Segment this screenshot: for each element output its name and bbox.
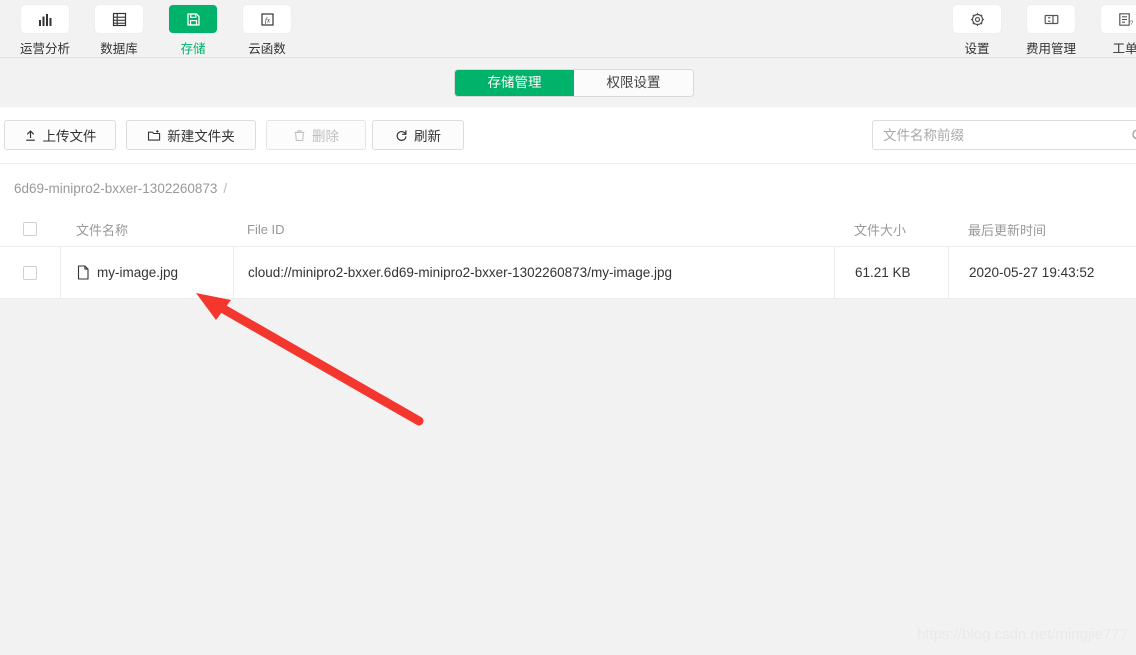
search-icon — [1131, 128, 1136, 139]
new-folder-label: 新建文件夹 — [167, 129, 235, 144]
top-nav-right-group: 设置 费用管理 ? 工单 — [940, 5, 1136, 57]
upload-icon — [25, 129, 35, 141]
nav-label-database: 数据库 — [100, 42, 138, 56]
cell-last-updated: 2020-05-27 19:43:52 — [948, 247, 1136, 298]
tab-group: 存储管理 权限设置 — [455, 70, 693, 96]
header-file-id: File ID — [247, 221, 285, 237]
database-icon — [112, 12, 126, 26]
svg-text:?: ? — [1130, 21, 1134, 27]
nav-item-ticket[interactable]: ? 工单 — [1088, 5, 1136, 57]
nav-label-ticket: 工单 — [1112, 42, 1136, 56]
header-file-name: 文件名称 — [76, 222, 129, 238]
search-input[interactable] — [873, 127, 1123, 143]
tab-permission-settings[interactable]: 权限设置 — [574, 70, 693, 96]
nav-tile-settings — [953, 5, 1001, 33]
nav-item-storage[interactable]: 存储 — [156, 5, 230, 57]
nav-label-storage: 存储 — [180, 42, 206, 56]
nav-item-billing[interactable]: 费用管理 — [1014, 5, 1088, 57]
table-header-row: 文件名称 File ID 文件大小 最后更新时间 — [0, 212, 1136, 246]
trash-icon — [294, 129, 305, 141]
new-folder-icon — [148, 129, 161, 141]
nav-label-billing: 费用管理 — [1025, 42, 1076, 56]
nav-label-operation-analysis: 运营分析 — [19, 42, 70, 56]
nav-tile-cloud-function: fx — [243, 5, 291, 33]
watermark: https://blog.csdn.net/mingjie777 — [917, 626, 1128, 643]
nav-tile-storage — [169, 5, 217, 33]
svg-text:fx: fx — [264, 15, 270, 24]
breadcrumb: 6d69-minipro2-bxxer-1302260873 / — [0, 164, 1136, 212]
cell-file-size: 61.21 KB — [834, 247, 948, 298]
nav-item-operation-analysis[interactable]: 运营分析 — [8, 5, 82, 57]
bar-chart-icon — [38, 13, 51, 26]
select-all-cell — [0, 222, 60, 236]
red-arrow-annotation — [196, 293, 424, 426]
refresh-label: 刷新 — [414, 129, 441, 144]
refresh-icon — [396, 129, 407, 141]
refresh-button[interactable]: 刷新 — [372, 120, 464, 150]
tab-bar: 存储管理 权限设置 — [0, 58, 1136, 107]
nav-item-settings[interactable]: 设置 — [940, 5, 1014, 57]
nav-label-settings: 设置 — [964, 42, 990, 56]
file-name-text: my-image.jpg — [97, 265, 179, 280]
nav-item-database[interactable]: 数据库 — [82, 5, 156, 57]
delete-button[interactable]: 删除 — [266, 120, 366, 150]
top-nav-left-group: 运营分析 数据库 存储 fx 云函数 — [8, 5, 304, 57]
search-box[interactable] — [872, 120, 1136, 150]
nav-label-cloud-function: 云函数 — [248, 42, 286, 56]
gear-icon — [970, 12, 984, 26]
file-table: 文件名称 File ID 文件大小 最后更新时间 my-image.jpg cl… — [0, 212, 1136, 299]
nav-tile-database — [95, 5, 143, 33]
function-fx-icon: fx — [260, 12, 274, 26]
nav-tile-ticket: ? — [1101, 5, 1136, 33]
nav-tile-billing — [1027, 5, 1075, 33]
row-checkbox[interactable] — [23, 265, 37, 280]
file-toolbar: 上传文件 新建文件夹 删除 刷新 — [0, 107, 1136, 164]
new-folder-button[interactable]: 新建文件夹 — [126, 120, 256, 150]
search-button[interactable] — [1123, 128, 1136, 143]
file-document-icon — [77, 265, 89, 280]
select-all-checkbox[interactable] — [23, 222, 37, 236]
top-navigation-bar: 运营分析 数据库 存储 fx 云函数 设置 费用管理 ? 工单 — [0, 0, 1136, 58]
cell-file-id: cloud://minipro2-bxxer.6d69-minipro2-bxx… — [233, 247, 834, 298]
row-select-cell — [0, 247, 60, 298]
tab-storage-management[interactable]: 存储管理 — [455, 70, 574, 96]
upload-file-button[interactable]: 上传文件 — [4, 120, 116, 150]
cell-file-name[interactable]: my-image.jpg — [60, 247, 233, 298]
header-file-size: 文件大小 — [854, 222, 907, 238]
breadcrumb-root[interactable]: 6d69-minipro2-bxxer-1302260873 — [14, 181, 217, 196]
ticket-doc-icon: ? — [1118, 12, 1134, 27]
delete-label: 删除 — [312, 129, 339, 144]
nav-item-cloud-function[interactable]: fx 云函数 — [230, 5, 304, 57]
save-icon — [186, 12, 200, 26]
storage-panel: 上传文件 新建文件夹 删除 刷新 文件名称前缀 6d69-minipro2-bx… — [0, 107, 1136, 299]
billing-card-icon — [1044, 14, 1058, 24]
table-row[interactable]: my-image.jpg cloud://minipro2-bxxer.6d69… — [0, 246, 1136, 299]
upload-file-label: 上传文件 — [42, 129, 97, 144]
header-last-updated: 最后更新时间 — [968, 222, 1047, 238]
breadcrumb-separator: / — [223, 180, 228, 196]
nav-tile-operation-analysis — [21, 5, 69, 33]
